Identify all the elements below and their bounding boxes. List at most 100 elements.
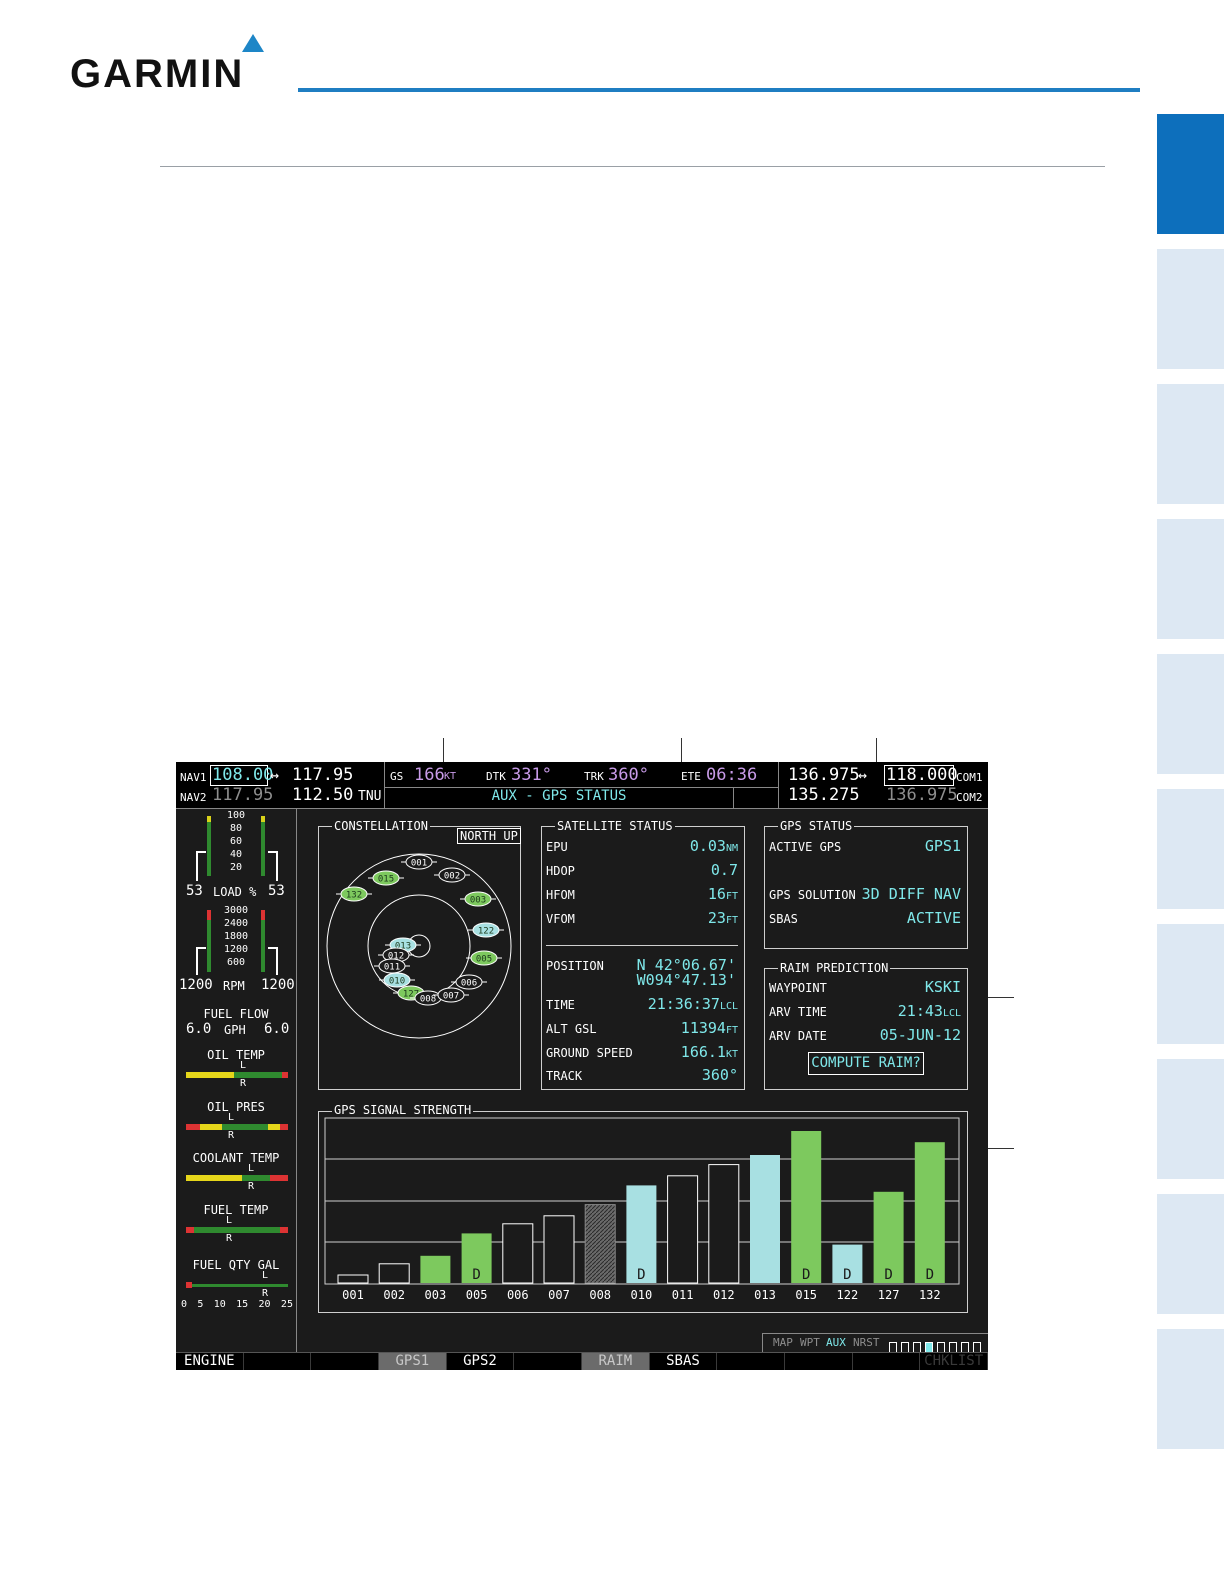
time-value: 21:36:37LCL <box>647 995 738 1013</box>
page-title: AUX - GPS STATUS <box>491 788 627 804</box>
signal-bar-008 <box>584 1204 616 1284</box>
rpm-left-value: 1200 <box>179 977 213 993</box>
com2-label: COM2 <box>956 791 983 804</box>
oil-pres-left-marker: L <box>228 1112 235 1123</box>
rpm-tick: 600 <box>226 957 246 968</box>
satellite-label: 132 <box>346 891 362 901</box>
nav-transfer-arrow[interactable]: ↔ <box>270 766 279 784</box>
signal-bar-label: 010 <box>631 1288 653 1302</box>
fuel-flow-left: 6.0 <box>186 1021 212 1037</box>
satellite-label: 001 <box>411 859 427 869</box>
position-lon: W094°47.13' <box>636 971 736 989</box>
signal-bar-label: 001 <box>342 1288 364 1302</box>
com1-standby-freq[interactable]: 118.000 <box>886 765 958 785</box>
satellite-label: 122 <box>478 927 494 937</box>
side-tab[interactable] <box>1157 654 1224 774</box>
time-label: TIME <box>546 998 575 1012</box>
nav2-active-freq[interactable]: 117.95 <box>212 785 273 805</box>
load-bar-right-caution <box>261 816 265 822</box>
fuel-qty-left-marker: L <box>262 1270 269 1281</box>
fuel-qty-tick: 10 <box>213 1299 226 1310</box>
gs-value: 166 <box>414 765 445 785</box>
track-value: 360° <box>701 1066 738 1084</box>
softkey-blank-10[interactable] <box>853 1353 921 1370</box>
page-group-nrst[interactable]: NRST <box>853 1336 880 1349</box>
signal-bar-132 <box>914 1142 945 1283</box>
load-right-value: 53 <box>268 883 285 899</box>
softkey-gps1[interactable]: GPS1 <box>379 1353 447 1370</box>
page-group-wpt[interactable]: WPT <box>800 1336 820 1349</box>
side-tab[interactable] <box>1157 519 1224 639</box>
top-bar: NAV1 108.00 ↔ 117.95 NAV2 117.95 112.50 … <box>176 762 988 809</box>
softkey-blank-8[interactable] <box>717 1353 785 1370</box>
fuel-qty-tick: 20 <box>258 1299 271 1310</box>
rpm-right-pointer <box>268 947 278 975</box>
fuel-qty-right-marker: R <box>262 1288 269 1299</box>
coolant-left-marker: L <box>248 1163 255 1174</box>
epu-label: EPU <box>546 840 568 854</box>
com1-active-freq[interactable]: 136.975 <box>788 765 860 785</box>
side-tab[interactable] <box>1157 1329 1224 1449</box>
signal-bar-label: 006 <box>507 1288 529 1302</box>
side-tab[interactable] <box>1157 789 1224 909</box>
com2-standby-freq[interactable]: 136.975 <box>886 785 958 805</box>
satellite-label: 002 <box>444 872 460 882</box>
satellite-label: 015 <box>378 875 394 885</box>
softkey-blank-5[interactable] <box>514 1353 582 1370</box>
softkey-chklist[interactable]: CHKLIST <box>920 1353 988 1370</box>
waypoint-value[interactable]: KSKI <box>856 978 961 996</box>
nav1-standby-freq[interactable]: 117.95 <box>292 765 353 785</box>
page-group-aux[interactable]: AUX <box>826 1336 846 1349</box>
side-tab[interactable] <box>1157 249 1224 369</box>
softkey-engine[interactable]: ENGINE <box>176 1353 244 1370</box>
satellite-label: 003 <box>470 896 486 906</box>
vfom-label: VFOM <box>546 912 575 926</box>
north-up-button[interactable]: NORTH UP <box>457 828 521 844</box>
gps-solution-value: 3D DIFF NAV <box>861 885 961 903</box>
load-scale: 100 80 60 40 20 <box>218 809 254 874</box>
compute-raim-button[interactable]: COMPUTE RAIM? <box>808 1052 924 1075</box>
ete-label: ETE <box>681 770 701 783</box>
signal-strength-title: GPS SIGNAL STRENGTH <box>332 1103 474 1117</box>
coolant-temp-label: COOLANT TEMP <box>192 1151 280 1165</box>
hdop-value: 0.7 <box>710 861 738 879</box>
rpm-tick: 1200 <box>223 944 249 955</box>
signal-bar-003 <box>420 1255 451 1283</box>
gps-status-title: GPS STATUS <box>778 819 855 833</box>
softkey-blank-1[interactable] <box>244 1353 312 1370</box>
raim-title: RAIM PREDICTION <box>778 961 891 975</box>
side-tab[interactable] <box>1157 924 1224 1044</box>
side-tab[interactable] <box>1157 1194 1224 1314</box>
sbas-label: SBAS <box>769 912 798 926</box>
satellite-label: 007 <box>443 992 459 1002</box>
com-transfer-arrow[interactable]: ↔ <box>858 766 867 784</box>
softkey-blank-2[interactable] <box>311 1353 379 1370</box>
sbas-value: ACTIVE <box>906 909 961 927</box>
side-tab[interactable] <box>1157 384 1224 504</box>
engine-indication-strip: 100 80 60 40 20 53 LOAD % 53 3000 2400 1… <box>176 809 297 1352</box>
fuel-temp-gauge <box>186 1227 288 1233</box>
fuel-qty-tick: 0 <box>181 1299 188 1310</box>
side-tab[interactable] <box>1157 1059 1224 1179</box>
rpm-right-value: 1200 <box>261 977 295 993</box>
side-tab-active[interactable] <box>1157 114 1224 234</box>
divider <box>733 787 734 808</box>
satellite-label: 010 <box>389 977 405 987</box>
arv-date-value[interactable]: 05-JUN-12 <box>856 1026 961 1044</box>
softkey-blank-9[interactable] <box>785 1353 853 1370</box>
softkey-sbas[interactable]: SBAS <box>650 1353 718 1370</box>
trk-value: 360° <box>608 765 649 785</box>
arv-time-value[interactable]: 21:43LCL <box>856 1002 961 1020</box>
com2-active-freq[interactable]: 135.275 <box>788 785 860 805</box>
nav2-standby-freq[interactable]: 112.50 <box>292 785 353 805</box>
nav1-label: NAV1 <box>180 771 207 784</box>
page-group-map[interactable]: MAP <box>773 1336 793 1349</box>
signal-bar-015 <box>791 1131 822 1283</box>
logo-text: GARMIN <box>70 52 245 96</box>
nav1-active-freq[interactable]: 108.00 <box>212 765 273 785</box>
softkey-gps2[interactable]: GPS2 <box>447 1353 515 1370</box>
fuel-qty-gauge <box>186 1282 288 1288</box>
fuel-temp-label: FUEL TEMP <box>203 1203 269 1217</box>
rpm-scale: 3000 2400 1800 1200 600 <box>216 904 256 969</box>
softkey-raim[interactable]: RAIM <box>582 1353 650 1370</box>
